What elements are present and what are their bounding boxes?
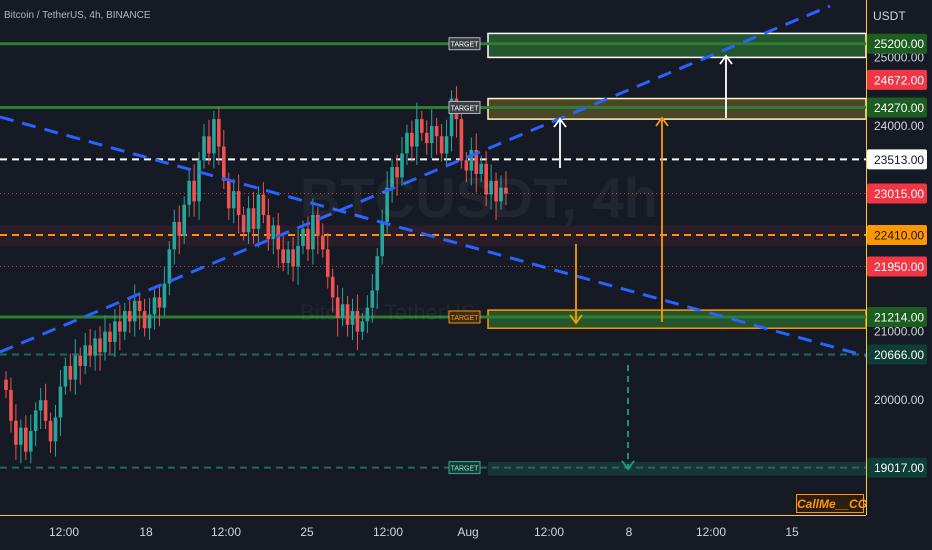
target-label-19017: TARGET <box>451 466 480 473</box>
currency-label: USDT <box>873 9 906 23</box>
candle-body <box>207 136 211 154</box>
candle-body <box>28 431 33 452</box>
candle-body <box>246 208 251 233</box>
target-label-24270: TARGET <box>451 105 480 112</box>
candle-body <box>256 194 261 229</box>
candle-body <box>226 180 231 209</box>
candle-body <box>9 389 13 421</box>
candle-body <box>103 331 107 353</box>
candle-body <box>222 146 226 181</box>
candle-body <box>375 256 380 291</box>
candle-body <box>53 417 58 442</box>
price-axis[interactable] <box>866 0 932 515</box>
candle-body <box>231 191 236 209</box>
candle-body <box>306 228 310 250</box>
candle-body <box>197 160 201 202</box>
candle-body <box>73 355 78 380</box>
candle-body <box>217 119 221 147</box>
candle-body <box>108 331 112 342</box>
candle-body <box>68 365 73 380</box>
candle-body <box>321 235 325 250</box>
candle-body <box>444 136 449 154</box>
candle-body <box>212 119 216 154</box>
candle-body <box>286 249 290 264</box>
candle-body <box>19 427 23 445</box>
target-zone-21214 <box>487 309 867 329</box>
candle-body <box>48 420 53 442</box>
candle-body <box>325 249 330 277</box>
candle-body <box>261 194 266 216</box>
candle-body <box>167 249 172 284</box>
candle-body <box>172 221 177 250</box>
candle-body <box>434 125 439 137</box>
candle-body <box>58 386 63 418</box>
candle-body <box>187 180 191 205</box>
candle-body <box>147 314 152 329</box>
candle-body <box>4 379 8 390</box>
time-axis[interactable] <box>0 515 866 550</box>
watermark-symbol: BTCUSDT, 4h <box>300 166 658 229</box>
candle-body <box>301 228 305 246</box>
candle-body <box>415 119 419 147</box>
target-zone-25200 <box>487 32 867 59</box>
candle-body <box>429 125 434 144</box>
candle-body <box>420 119 424 133</box>
candle-body <box>410 132 414 147</box>
signature-badge: CallMe__CG <box>796 494 867 513</box>
candle-body <box>241 215 246 233</box>
candle-body <box>177 221 182 236</box>
chart-canvas[interactable]: TARGETTARGETTARGETTARGET20000.0021000.00… <box>0 0 932 550</box>
candle-body <box>424 132 429 144</box>
candle-body <box>202 136 206 161</box>
candle-body <box>98 338 102 353</box>
candle-body <box>93 338 97 356</box>
candle-body <box>266 215 271 240</box>
candle-body <box>137 300 142 312</box>
candle-body <box>157 297 162 308</box>
candle-body <box>88 345 92 356</box>
candle-body <box>132 300 137 322</box>
watermark-name: Bitcoin / TetherUS <box>300 300 476 325</box>
target-zone-19017 <box>488 461 866 476</box>
candle-body <box>152 297 157 315</box>
candle-body <box>281 249 285 264</box>
candle-body <box>162 283 167 308</box>
candle-body <box>459 119 464 161</box>
candle-body <box>63 365 68 387</box>
target-label-25200: TARGET <box>451 42 480 49</box>
chart-window: TARGET TARGET TARGET TARGET 20000.00 21000.00… <box>0 0 932 550</box>
candle-body <box>33 410 38 432</box>
candle-body <box>296 245 300 267</box>
candle-body <box>83 345 87 366</box>
candle-body <box>192 180 196 202</box>
candle-body <box>38 400 43 411</box>
candle-body <box>123 311 127 332</box>
candle-body <box>142 311 147 329</box>
candle-body <box>118 321 122 332</box>
candle-body <box>78 355 83 366</box>
candle-body <box>182 204 186 236</box>
chart-title: Bitcoin / TetherUS, 4h, BINANCE <box>4 10 151 21</box>
candle-body <box>251 208 256 229</box>
candle-body <box>127 311 132 322</box>
candle-body <box>24 427 28 452</box>
candle-body <box>291 249 295 267</box>
candle-body <box>236 191 241 216</box>
candle-body <box>271 225 276 240</box>
candle-body <box>439 136 444 154</box>
candle-body <box>43 400 48 421</box>
candle-body <box>330 276 335 298</box>
candle-body <box>14 420 18 445</box>
candle-body <box>113 321 117 342</box>
candle-body <box>405 132 409 154</box>
